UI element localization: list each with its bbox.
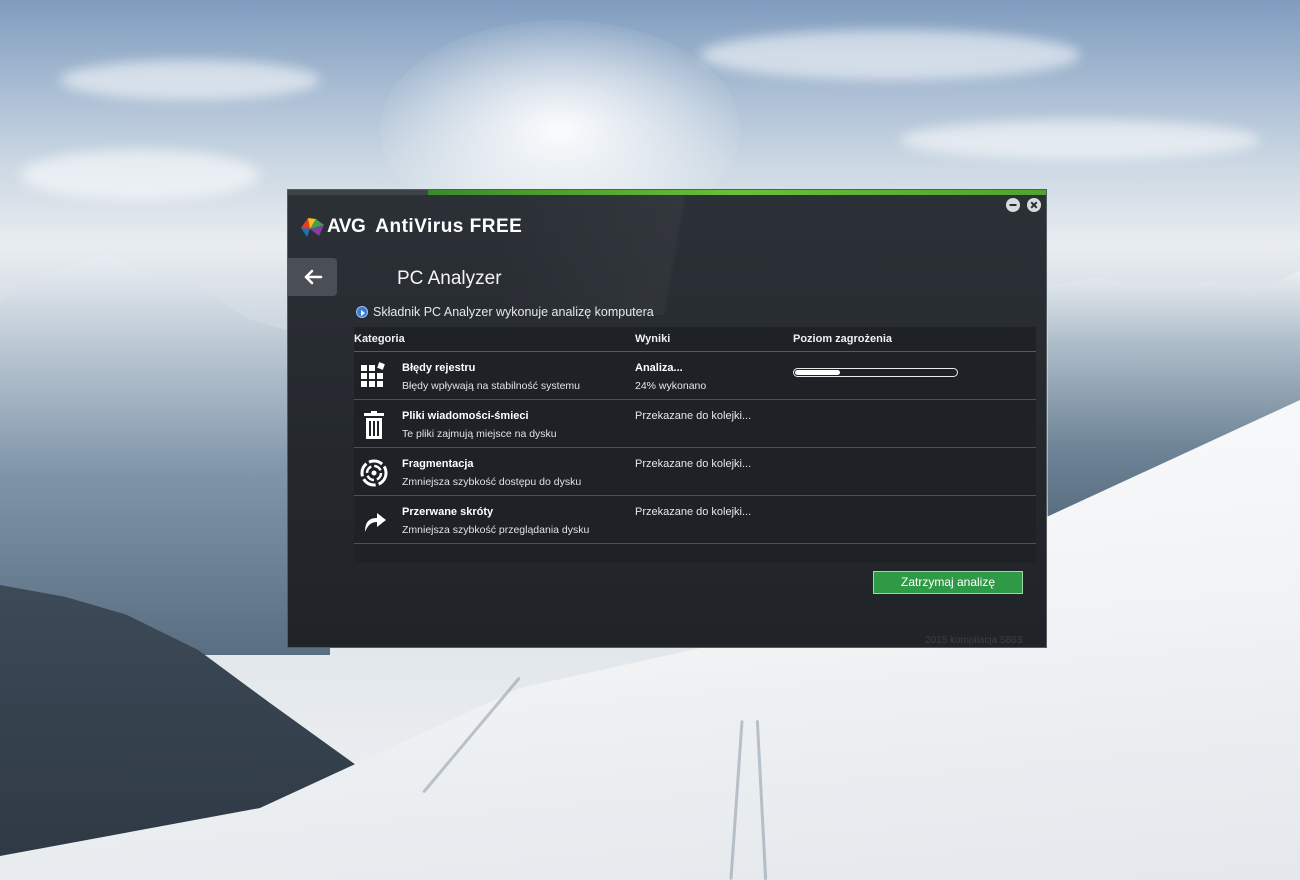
progress-fill [795, 370, 840, 375]
row-result: Przekazane do kolejki... [635, 506, 752, 518]
row-description: Te pliki zajmują miejsce na dysku [402, 428, 557, 440]
trash-icon [359, 410, 389, 440]
status-message: Składnik PC Analyzer wykonuje analizę ko… [373, 305, 654, 319]
product-name: AntiVirus FREE [375, 216, 523, 237]
header-decoration [508, 195, 1046, 315]
row-name: Pliki wiadomości-śmieci [402, 410, 529, 422]
play-icon [356, 306, 368, 318]
row-result: Analiza... [635, 362, 683, 374]
close-button[interactable] [1027, 198, 1041, 212]
minimize-icon [1009, 204, 1017, 206]
fragmentation-icon [359, 458, 389, 488]
minimize-button[interactable] [1006, 198, 1020, 212]
back-button[interactable] [288, 258, 337, 296]
app-logo: AVG AntiVirus FREE [299, 216, 522, 238]
row-result: Przekazane do kolejki... [635, 458, 752, 470]
header-threat-level: Poziom zagrożenia [793, 333, 893, 345]
arrow-left-icon [304, 269, 322, 285]
table-row: Pliki wiadomości-śmieci Te pliki zajmują… [354, 400, 1036, 448]
row-description: Błędy wpływają na stabilność systemu [402, 380, 580, 392]
status-line: Składnik PC Analyzer wykonuje analizę ko… [356, 305, 654, 319]
row-name: Fragmentacja [402, 458, 474, 470]
avg-window: AVG AntiVirus FREE PC Analyzer Składnik … [287, 189, 1047, 648]
results-table: Kategoria Wyniki Poziom zagrożenia Błędy… [354, 327, 1036, 563]
table-row: Fragmentacja Zmniejsza szybkość dostępu … [354, 448, 1036, 496]
broken-shortcut-icon [359, 506, 389, 536]
row-result: Przekazane do kolejki... [635, 410, 752, 422]
header-results: Wyniki [635, 333, 671, 345]
build-info: 2015 kompilacja 5863 [925, 635, 1023, 646]
table-header: Kategoria Wyniki Poziom zagrożenia [354, 327, 1036, 352]
row-description: Zmniejsza szybkość dostępu do dysku [402, 476, 582, 488]
cloud [20, 150, 260, 200]
row-name: Błędy rejestru [402, 362, 476, 374]
cloud [60, 60, 320, 100]
row-result-detail: 24% wykonano [635, 380, 707, 392]
progress-bar [793, 368, 958, 377]
cloud [700, 30, 1080, 80]
row-description: Zmniejsza szybkość przeglądania dysku [402, 524, 590, 536]
avg-logo-icon [299, 216, 325, 238]
table-row: Błędy rejestru Błędy wpływają na stabiln… [354, 352, 1036, 400]
table-row: Przerwane skróty Zmniejsza szybkość prze… [354, 496, 1036, 544]
page-title: PC Analyzer [397, 268, 502, 289]
brand-name: AVG [327, 216, 366, 237]
header-category: Kategoria [354, 333, 405, 345]
close-icon [1030, 201, 1038, 209]
stop-analysis-button[interactable]: Zatrzymaj analizę [873, 571, 1023, 594]
cloud [900, 120, 1260, 160]
row-name: Przerwane skróty [402, 506, 494, 518]
registry-grid-icon [359, 362, 389, 392]
